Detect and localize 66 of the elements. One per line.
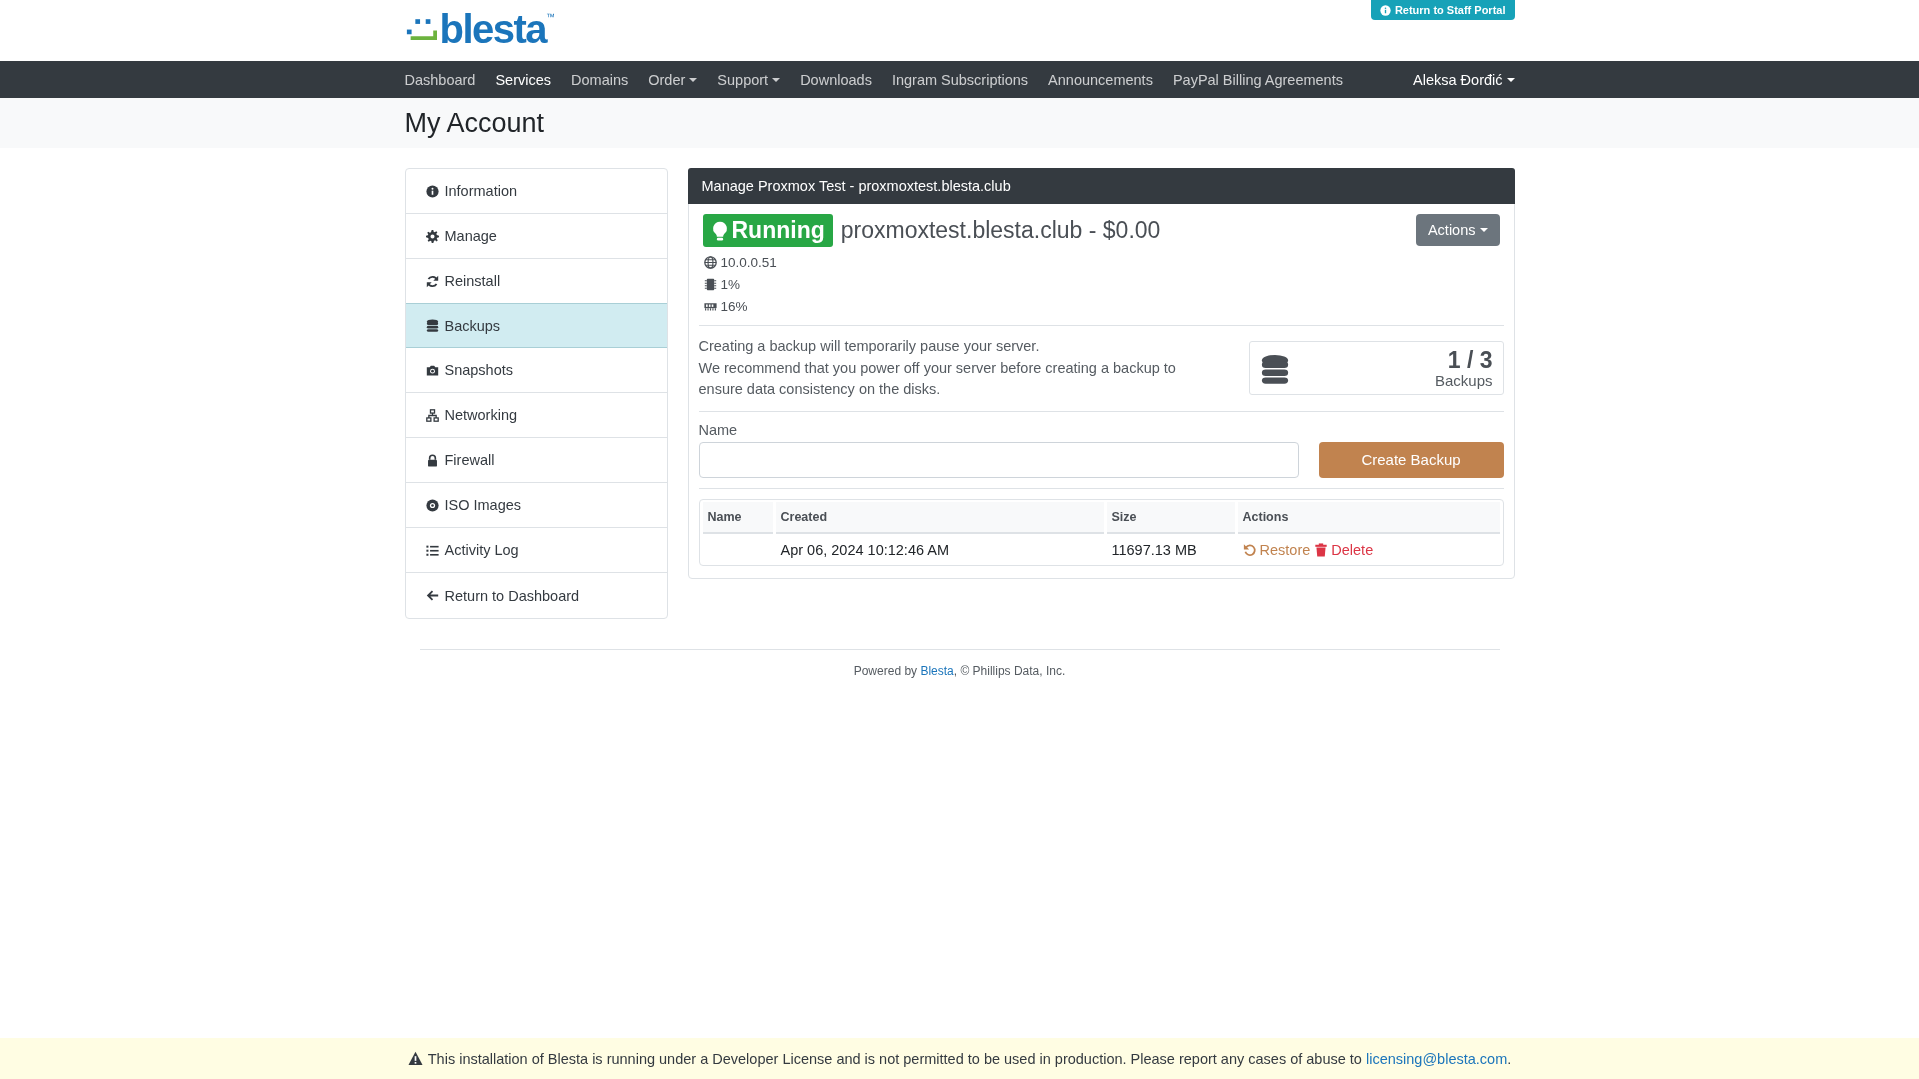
list-icon xyxy=(425,543,439,557)
logo-text: blesta xyxy=(439,12,547,46)
lock-icon xyxy=(425,453,439,467)
database-icon xyxy=(425,319,439,332)
footer-text: Powered by Blesta, © Phillips Data, Inc. xyxy=(852,664,1067,678)
sidebar-item[interactable]: Manage xyxy=(405,214,667,259)
blesta-link[interactable]: Blesta xyxy=(920,664,954,678)
nav-link[interactable]: Dashboard xyxy=(404,71,476,88)
caret-icon xyxy=(689,77,698,82)
undo-icon xyxy=(1242,542,1257,557)
sidebar-item[interactable]: ISO Images xyxy=(405,483,667,528)
field-label: Name xyxy=(698,421,739,438)
nav-link[interactable]: Domains xyxy=(571,71,629,88)
nav-link[interactable]: Downloads xyxy=(800,71,872,88)
column-header: Actions xyxy=(1237,501,1500,534)
sidebar-item[interactable]: Return to Dashboard xyxy=(405,573,667,618)
disc-icon xyxy=(425,498,439,512)
sidebar-item[interactable]: Snapshots xyxy=(405,348,667,393)
sidebar-item[interactable]: Activity Log xyxy=(405,528,667,573)
trademark-mark: ™ xyxy=(546,12,556,22)
warning-icon xyxy=(407,1051,423,1066)
sidebar-item[interactable]: Backups xyxy=(405,303,667,348)
column-header: Name xyxy=(702,501,773,534)
page-title: My Account xyxy=(404,107,545,139)
stat-value: 16% xyxy=(720,298,748,314)
back-arrow-icon xyxy=(425,589,439,602)
globe-icon xyxy=(703,255,717,269)
backup-count: 1 / 3 xyxy=(1447,348,1493,373)
table-cell-text: Apr 06, 2024 10:12:46 AM xyxy=(779,540,950,560)
chip-icon xyxy=(703,277,717,291)
camera-icon xyxy=(425,363,439,377)
service-title: proxmoxtest.blesta.club - $0.00 xyxy=(840,217,1161,244)
notice-text: We recommend that you power off your server before creating a backup to ensure data consistency on the disks. xyxy=(698,358,1177,399)
network-icon xyxy=(425,408,439,422)
caret-icon xyxy=(1479,227,1488,232)
nav-link[interactable]: Order xyxy=(648,71,698,88)
trash-icon xyxy=(1314,542,1329,557)
caret-icon xyxy=(772,77,781,82)
stat-value: 10.0.0.51 xyxy=(720,254,777,270)
column-header: Size xyxy=(1106,501,1235,534)
nav-link[interactable]: PayPal Billing Agreements xyxy=(1172,71,1343,88)
sidebar-item[interactable]: Information xyxy=(405,169,667,214)
notice-text: Creating a backup will temporarily pause your server. xyxy=(698,337,1041,356)
sidebar-item[interactable]: Networking xyxy=(405,393,667,438)
nav-link[interactable]: Services xyxy=(495,71,552,88)
delete-link[interactable]: Delete xyxy=(1314,541,1374,558)
stat-value: 1% xyxy=(720,276,740,292)
info-icon xyxy=(425,184,439,198)
nav-link[interactable]: Announcements xyxy=(1048,71,1153,88)
database-icon xyxy=(1259,353,1290,384)
sidebar-item[interactable]: Firewall xyxy=(405,438,667,483)
column-header: Created xyxy=(775,501,1104,534)
status-badge: Running xyxy=(702,214,833,247)
refresh-icon xyxy=(425,274,439,288)
backup-count-label: Backups xyxy=(1434,372,1493,390)
user-menu[interactable]: Aleksa Đorđić xyxy=(1413,71,1515,88)
panel-header: Manage Proxmox Test - proxmoxtest.blesta.club xyxy=(687,168,1515,204)
nav-link[interactable]: Ingram Subscriptions xyxy=(891,71,1029,88)
nav-link[interactable]: Support xyxy=(717,71,781,88)
table-cell-text: 11697.13 MB xyxy=(1110,540,1198,560)
settings-icon xyxy=(425,229,439,243)
license-notice: This installation of Blesta is running under a Developer License and is not permitted to be used in production. Please report any cases of abuse to licensing@blesta.com. xyxy=(427,1050,1512,1067)
info-icon xyxy=(1379,4,1391,16)
name-input-field[interactable] xyxy=(698,441,1299,478)
actions-button[interactable]: Actions xyxy=(1415,213,1500,246)
caret-icon xyxy=(1506,77,1515,82)
